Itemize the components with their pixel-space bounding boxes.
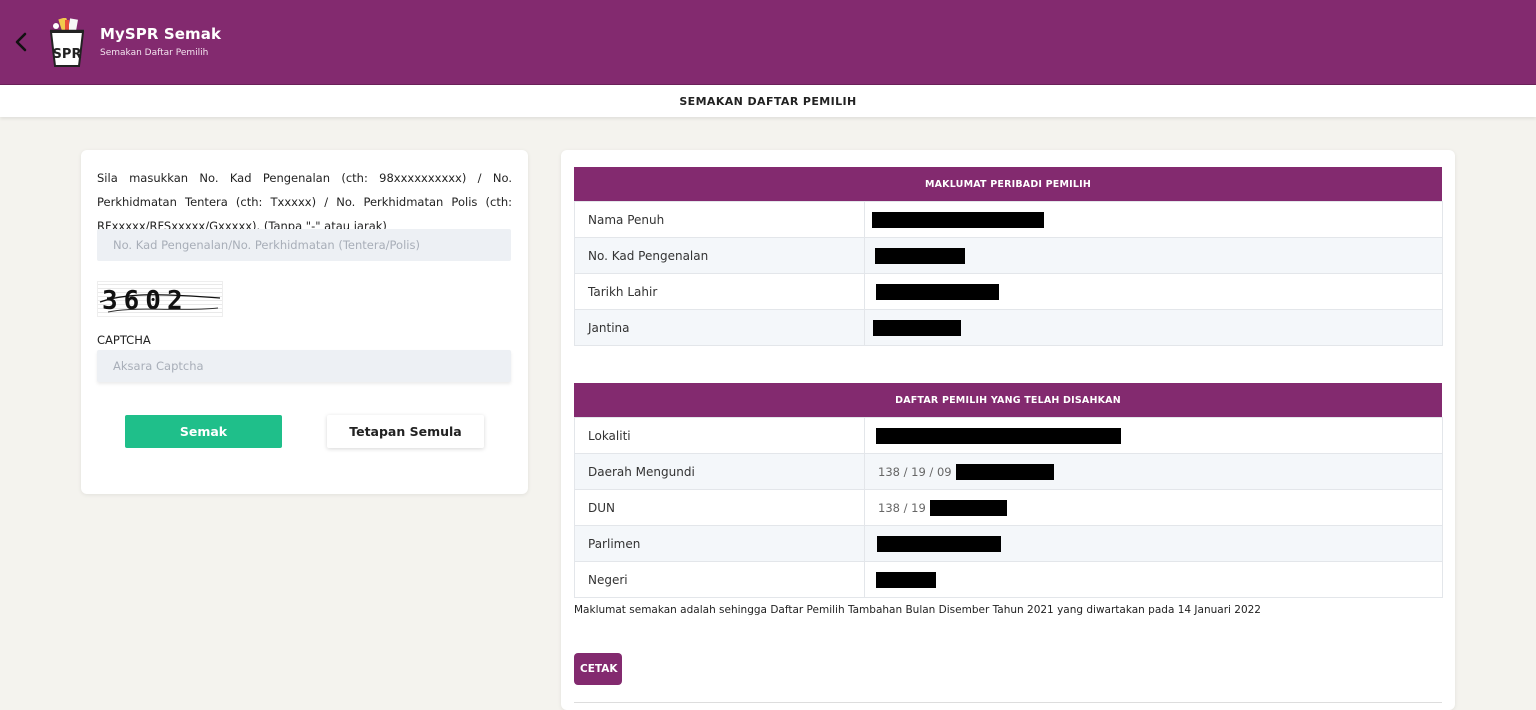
row-value <box>864 561 1443 598</box>
redacted-value <box>877 535 1001 552</box>
redacted-value <box>873 319 961 336</box>
table-row: No. Kad Pengenalan <box>574 237 1443 274</box>
personal-info-table: Nama Penuh No. Kad Pengenalan Tarikh Lah… <box>574 201 1443 346</box>
row-label: Jantina <box>574 309 865 346</box>
redacted-value <box>955 463 1054 480</box>
table-row: DUN 138 / 19 <box>574 489 1443 526</box>
ic-number-input[interactable] <box>97 229 511 261</box>
row-value <box>864 273 1443 310</box>
registry-table: Lokaliti Daerah Mengundi 138 / 19 / 09 D… <box>574 417 1443 598</box>
registry-heading: DAFTAR PEMILIH YANG TELAH DISAHKAN <box>574 383 1442 417</box>
table-row: Lokaliti <box>574 417 1443 454</box>
row-value <box>864 237 1443 274</box>
row-label: Parlimen <box>574 525 865 562</box>
table-row: Negeri <box>574 561 1443 598</box>
row-value <box>864 417 1443 454</box>
row-value: 138 / 19 / 09 <box>864 453 1443 490</box>
table-row: Parlimen <box>574 525 1443 562</box>
redacted-value <box>872 211 1044 228</box>
personal-info-heading: MAKLUMAT PERIBADI PEMILIH <box>574 167 1442 201</box>
table-row: Daerah Mengundi 138 / 19 / 09 <box>574 453 1443 490</box>
print-button[interactable]: CETAK <box>574 653 622 685</box>
search-form-card: Sila masukkan No. Kad Pengenalan (cth: 9… <box>81 150 528 494</box>
result-card: MAKLUMAT PERIBADI PEMILIH Nama Penuh No.… <box>561 150 1455 710</box>
row-label: Tarikh Lahir <box>574 273 865 310</box>
row-label: Negeri <box>574 561 865 598</box>
captcha-text: 3602 <box>102 286 189 316</box>
logo-text: SPR <box>53 47 82 62</box>
redacted-value <box>876 427 1121 444</box>
redacted-value <box>875 247 965 264</box>
page-title: SEMAKAN DAFTAR PEMILIH <box>0 85 1536 117</box>
row-value: 138 / 19 <box>864 489 1443 526</box>
spr-logo: SPR <box>43 17 91 68</box>
row-prefix: 138 / 19 / 09 <box>878 464 952 479</box>
reset-button[interactable]: Tetapan Semula <box>327 415 484 448</box>
chevron-left-icon <box>15 32 27 52</box>
captcha-image: 3602 <box>97 281 223 317</box>
row-value <box>864 201 1443 238</box>
row-label: Lokaliti <box>574 417 865 454</box>
table-row: Jantina <box>574 309 1443 346</box>
form-instructions: Sila masukkan No. Kad Pengenalan (cth: 9… <box>97 171 512 233</box>
redacted-value <box>929 499 1007 516</box>
row-prefix: 138 / 19 <box>878 500 926 515</box>
semak-button[interactable]: Semak <box>125 415 282 448</box>
captcha-input[interactable] <box>97 350 511 382</box>
divider <box>574 702 1442 703</box>
app-subtitle: Semakan Daftar Pemilih <box>100 48 209 58</box>
captcha-label: CAPTCHA <box>97 333 151 347</box>
data-validity-note: Maklumat semakan adalah sehingga Daftar … <box>574 604 1261 616</box>
table-row: Nama Penuh <box>574 201 1443 238</box>
row-label: No. Kad Pengenalan <box>574 237 865 274</box>
row-label: DUN <box>574 489 865 526</box>
table-row: Tarikh Lahir <box>574 273 1443 310</box>
redacted-value <box>876 571 936 588</box>
app-title: MySPR Semak <box>100 25 222 43</box>
redacted-value <box>876 283 999 300</box>
row-value <box>864 309 1443 346</box>
top-app-bar: SPR MySPR Semak Semakan Daftar Pemilih <box>0 0 1536 85</box>
row-label: Nama Penuh <box>574 201 865 238</box>
row-value <box>864 525 1443 562</box>
row-label: Daerah Mengundi <box>574 453 865 490</box>
back-button[interactable] <box>10 28 32 56</box>
